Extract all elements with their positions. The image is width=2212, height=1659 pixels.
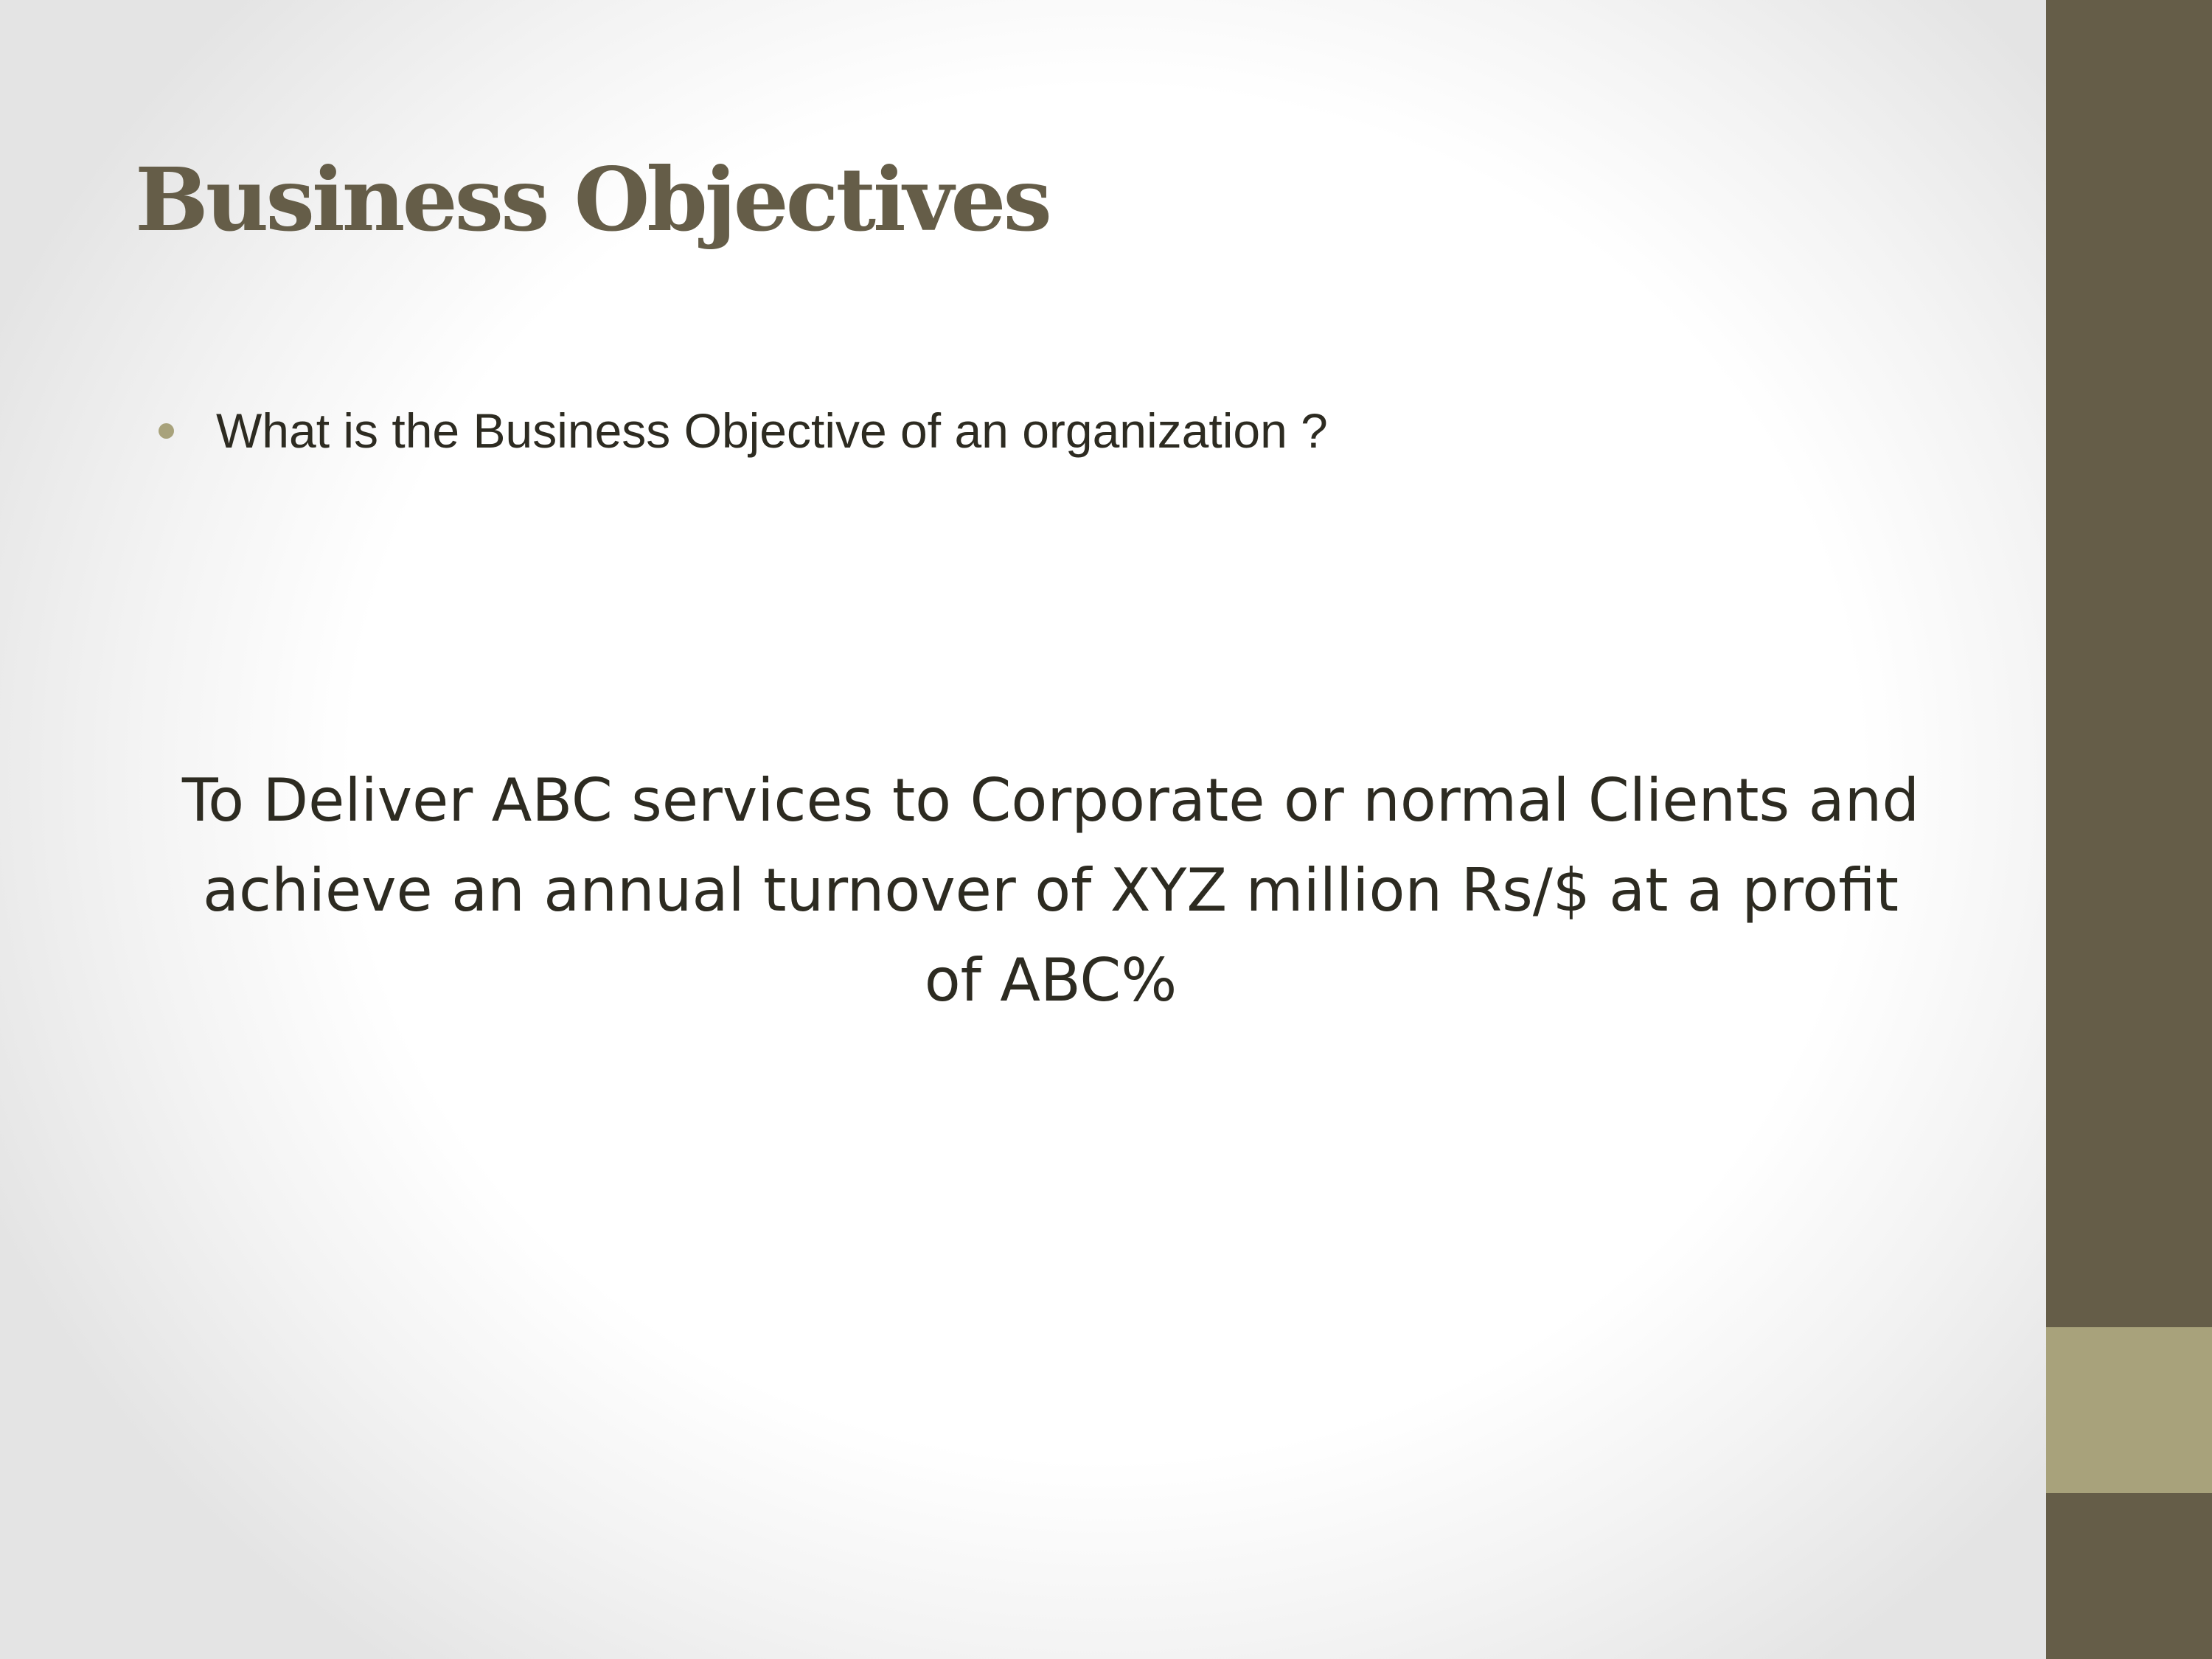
sidebar-accent-block [2046,1327,2212,1493]
bullet-list: What is the Business Objective of an org… [159,402,1328,460]
bullet-dot-icon [159,423,174,439]
bullet-text: What is the Business Objective of an org… [216,403,1328,458]
slide-title: Business Objectives [135,148,1052,251]
slide: Business Objectives What is the Business… [0,0,2212,1659]
objective-statement: To Deliver ABC services to Corporate or … [96,756,2006,1026]
statement-line: achieve an annual turnover of XYZ millio… [203,856,1899,925]
statement-line: of ABC% [924,946,1178,1015]
bullet-item: What is the Business Objective of an org… [159,402,1328,460]
statement-line: To Deliver ABC services to Corporate or … [181,766,1920,835]
